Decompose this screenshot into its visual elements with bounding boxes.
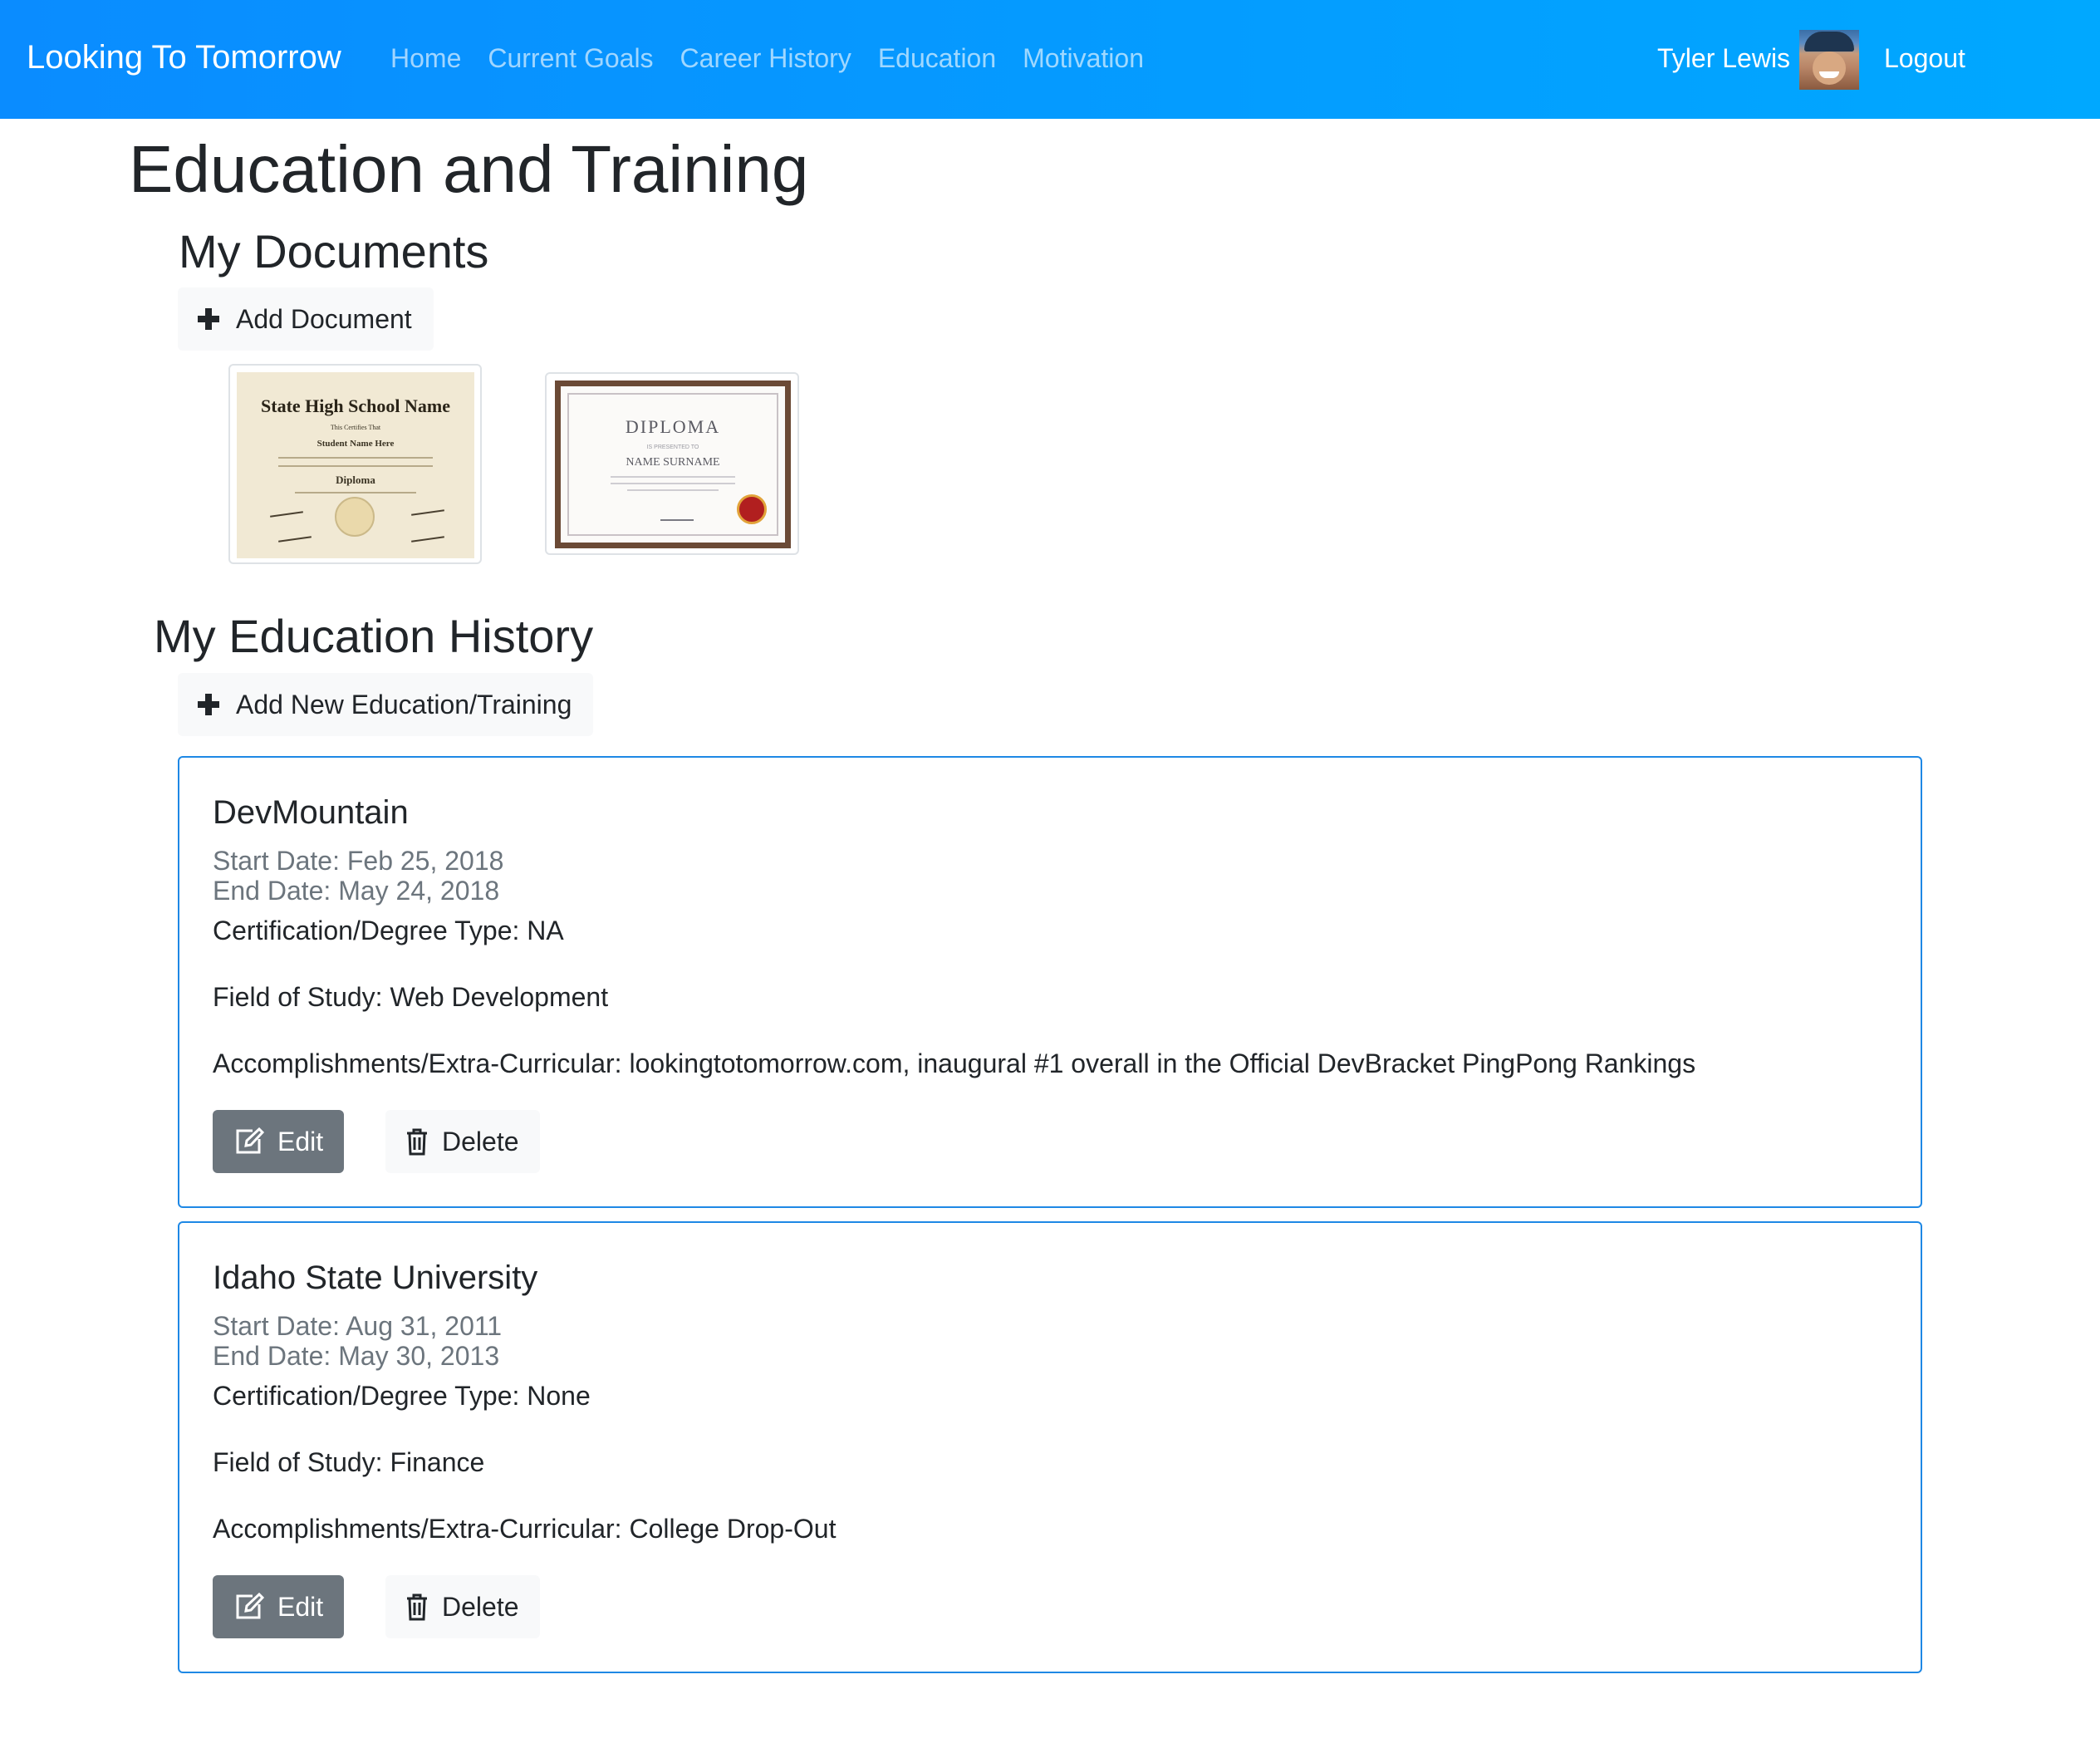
nav-link-current-goals[interactable]: Current Goals bbox=[488, 43, 653, 74]
logout-link[interactable]: Logout bbox=[1884, 43, 1965, 74]
user-name: Tyler Lewis bbox=[1657, 43, 1791, 73]
avatar bbox=[1799, 30, 1859, 90]
red-seal-icon bbox=[737, 494, 767, 524]
education-card: DevMountain Start Date: Feb 25, 2018 End… bbox=[178, 756, 1922, 1208]
add-document-button[interactable]: Add Document bbox=[178, 287, 434, 351]
edit-icon bbox=[236, 1127, 264, 1154]
nav-links: Home Current Goals Career History Educat… bbox=[390, 43, 1144, 74]
edit-button[interactable]: Edit bbox=[213, 1110, 344, 1173]
education-start-date: Start Date: Feb 25, 2018 bbox=[213, 846, 504, 876]
education-end-date: End Date: May 30, 2013 bbox=[213, 1341, 500, 1371]
diploma-certifies-text: This Certifies That bbox=[330, 424, 381, 431]
edit-button[interactable]: Edit bbox=[213, 1575, 344, 1638]
diploma-text-line bbox=[278, 465, 433, 467]
certificate-title: DIPLOMA bbox=[625, 416, 721, 437]
education-history-heading: My Education History bbox=[154, 610, 594, 662]
delete-label: Delete bbox=[442, 1591, 519, 1622]
page-title: Education and Training bbox=[129, 132, 809, 206]
signature-mark bbox=[270, 511, 303, 518]
certificate-presented-text: IS PRESENTED TO bbox=[646, 444, 699, 450]
education-degree-type: Certification/Degree Type: None bbox=[213, 1381, 591, 1411]
education-accomplishments: Accomplishments/Extra-Curricular: Colleg… bbox=[213, 1514, 837, 1544]
add-education-label: Add New Education/Training bbox=[236, 689, 572, 719]
signature-mark bbox=[278, 536, 312, 543]
edit-icon bbox=[236, 1593, 264, 1619]
delete-label: Delete bbox=[442, 1126, 519, 1156]
nav-link-career-history[interactable]: Career History bbox=[680, 43, 851, 74]
edit-label: Edit bbox=[277, 1126, 324, 1156]
trash-icon bbox=[407, 1593, 427, 1621]
plus-icon bbox=[198, 694, 219, 715]
education-end-date: End Date: May 24, 2018 bbox=[213, 876, 500, 906]
nav-link-motivation[interactable]: Motivation bbox=[1023, 43, 1144, 74]
certificate-text-line bbox=[627, 489, 719, 491]
delete-button[interactable]: Delete bbox=[385, 1110, 540, 1173]
education-card: Idaho State University Start Date: Aug 3… bbox=[178, 1221, 1922, 1673]
documents-heading: My Documents bbox=[179, 225, 489, 277]
brand-link[interactable]: Looking To Tomorrow bbox=[27, 39, 341, 76]
delete-button[interactable]: Delete bbox=[385, 1575, 540, 1638]
education-school-name: DevMountain bbox=[213, 794, 409, 831]
education-start-date: Start Date: Aug 31, 2011 bbox=[213, 1311, 503, 1341]
diploma-paper: State High School Name This Certifies Th… bbox=[237, 372, 474, 558]
top-navbar: Looking To Tomorrow Home Current Goals C… bbox=[0, 0, 2100, 119]
diploma-award: Diploma bbox=[336, 474, 375, 486]
document-thumbnail-high-school-diploma[interactable]: State High School Name This Certifies Th… bbox=[228, 364, 482, 564]
plus-icon bbox=[198, 308, 219, 330]
diploma-seal-icon bbox=[335, 497, 375, 537]
diploma-text-line bbox=[278, 457, 433, 459]
edit-label: Edit bbox=[277, 1591, 324, 1622]
add-education-button[interactable]: Add New Education/Training bbox=[178, 673, 594, 736]
certificate-frame: DIPLOMA IS PRESENTED TO NAME SURNAME bbox=[555, 381, 791, 548]
certificate-text-line bbox=[611, 476, 735, 478]
education-school-name: Idaho State University bbox=[213, 1260, 538, 1296]
signature-mark bbox=[411, 509, 444, 516]
document-thumbnail-diploma-certificate[interactable]: DIPLOMA IS PRESENTED TO NAME SURNAME bbox=[545, 372, 799, 555]
diploma-school-name: State High School Name bbox=[261, 395, 450, 416]
avatar-face bbox=[1813, 52, 1846, 85]
education-degree-type: Certification/Degree Type: NA bbox=[213, 916, 564, 945]
nav-link-home[interactable]: Home bbox=[390, 43, 461, 74]
avatar-cap bbox=[1804, 32, 1854, 52]
education-field-of-study: Field of Study: Finance bbox=[213, 1447, 485, 1477]
signature-mark bbox=[660, 519, 694, 521]
certificate-text-line bbox=[611, 483, 735, 484]
certificate-recipient-name: NAME SURNAME bbox=[626, 456, 720, 469]
signature-mark bbox=[411, 536, 444, 543]
diploma-student-name: Student Name Here bbox=[316, 439, 395, 449]
trash-icon bbox=[407, 1128, 427, 1156]
add-document-label: Add Document bbox=[236, 303, 412, 334]
nav-link-education[interactable]: Education bbox=[878, 43, 996, 74]
education-accomplishments: Accomplishments/Extra-Curricular: lookin… bbox=[213, 1048, 1696, 1078]
education-field-of-study: Field of Study: Web Development bbox=[213, 982, 609, 1012]
diploma-text-line bbox=[295, 492, 416, 493]
